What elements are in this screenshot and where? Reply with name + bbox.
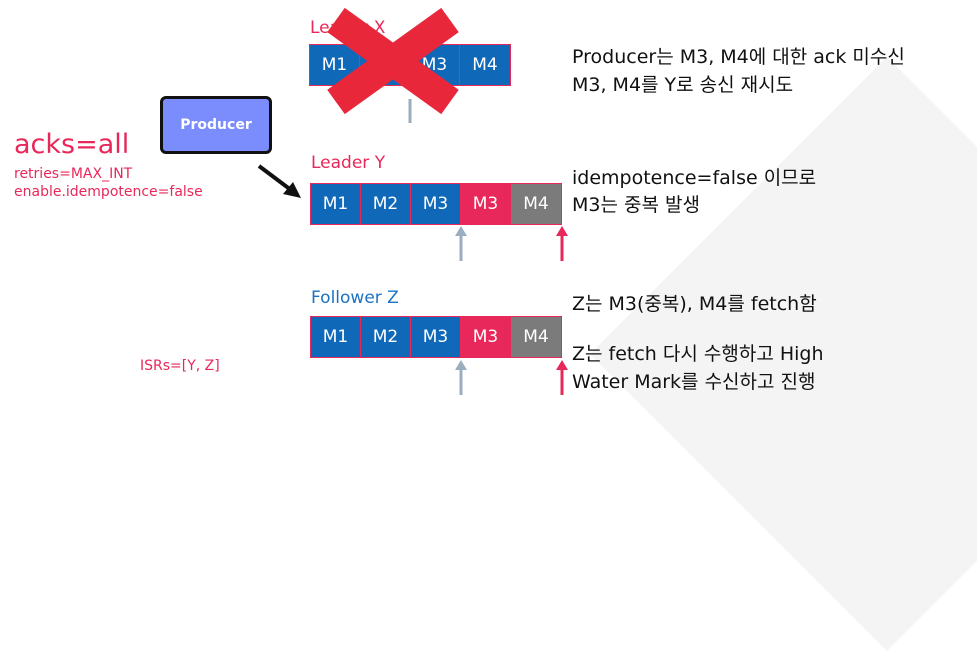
retries-config: retries=MAX_INT	[14, 166, 133, 182]
log-cell: M3	[461, 317, 511, 357]
log-cell: M1	[311, 184, 361, 224]
follower-z-log: M1 M2 M3 M3 M4	[310, 316, 562, 358]
log-cell: M2	[361, 317, 411, 357]
leader-y-log: M1 M2 M3 M3 M4	[310, 183, 562, 225]
log-cell: M4	[511, 184, 561, 224]
leader-x-note-line1: Producer는 M3, M4에 대한 ack 미수신	[572, 46, 905, 68]
acks-config: acks=all	[14, 129, 130, 160]
leader-y-note-line1: idempotence=false 이므로	[572, 167, 817, 189]
failure-cross-icon	[327, 7, 459, 115]
producer-to-leader-y-arrow-icon	[257, 164, 301, 198]
producer-node: Producer	[160, 96, 272, 154]
log-cell: M2	[361, 184, 411, 224]
log-cell: M4	[511, 317, 561, 357]
producer-label: Producer	[180, 117, 252, 133]
leader-y-note-line2: M3는 중복 발생	[572, 194, 700, 216]
follower-z-note-line2: Water Mark를 수신하고 진행	[572, 371, 816, 393]
leader-y-hwm-arrow-icon	[455, 226, 467, 261]
log-cell: M3	[411, 317, 461, 357]
leader-y-label: Leader Y	[311, 153, 386, 173]
follower-z-leo-arrow-icon	[556, 360, 568, 395]
follower-z-note-line1: Z는 fetch 다시 수행하고 High	[572, 343, 824, 365]
leader-x-note-line2: M3, M4를 Y로 송신 재시도	[572, 74, 794, 96]
follower-z-hwm-arrow-icon	[455, 360, 467, 395]
isrs-config: ISRs=[Y, Z]	[140, 358, 220, 374]
follower-z-label: Follower Z	[311, 288, 399, 308]
follower-z-fetch-note: Z는 M3(중복), M4를 fetch함	[572, 293, 817, 315]
log-cell: M3	[461, 184, 511, 224]
leader-y-leo-arrow-icon	[556, 226, 568, 261]
log-cell: M3	[411, 184, 461, 224]
log-cell: M1	[311, 317, 361, 357]
idempotence-config: enable.idempotence=false	[14, 184, 203, 200]
